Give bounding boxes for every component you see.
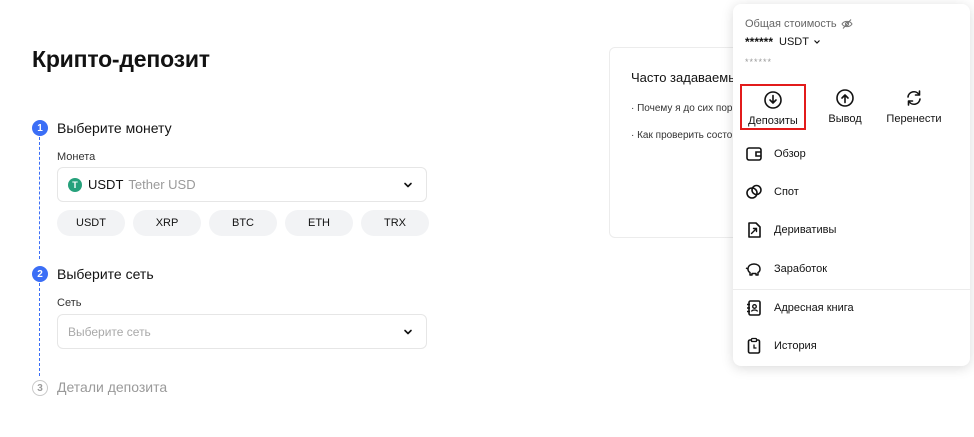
piggy-bank-icon <box>745 263 761 276</box>
menu-item-label: История <box>774 340 817 352</box>
transfer-label: Перенести <box>886 113 942 125</box>
chevron-down-icon <box>814 40 820 44</box>
faq-link[interactable]: · Почему я до сих пор <box>631 103 732 114</box>
address-book-icon <box>747 300 761 316</box>
arrow-up-circle-icon <box>836 89 854 107</box>
menu-item-history[interactable]: История <box>745 334 817 358</box>
deposits-button[interactable]: Депозиты <box>740 84 806 130</box>
step-number: 3 <box>32 380 48 396</box>
total-value-header: Общая стоимость <box>745 18 853 30</box>
eye-off-icon[interactable] <box>841 18 853 30</box>
total-value[interactable]: ****** USDT <box>745 35 822 49</box>
step-connector <box>39 137 40 259</box>
faq-link[interactable]: · Как проверить состо <box>631 130 732 141</box>
withdraw-button[interactable]: Вывод <box>812 84 878 130</box>
menu-item-label: Спот <box>774 186 799 198</box>
coin-select[interactable]: T USDT Tether USD <box>57 167 427 202</box>
coin-name: Tether USD <box>128 177 196 192</box>
coin-field-label: Монета <box>57 151 96 163</box>
step-title-details: Детали депозита <box>57 379 168 395</box>
network-placeholder: Выберите сеть <box>68 324 151 339</box>
refresh-icon <box>907 90 921 106</box>
menu-item-label: Деривативы <box>774 224 837 236</box>
menu-item-overview[interactable]: Обзор <box>745 142 806 166</box>
chevron-down-icon <box>404 329 412 335</box>
step-title-coin: Выберите монету <box>57 120 172 136</box>
step-connector <box>39 283 40 376</box>
network-select[interactable]: Выберите сеть <box>57 314 427 349</box>
history-clipboard-icon <box>747 337 761 354</box>
sub-value-masked: ****** <box>745 57 773 67</box>
transfer-button[interactable]: Перенести <box>881 84 947 130</box>
menu-item-label: Заработок <box>774 263 828 275</box>
coin-chip-eth[interactable]: ETH <box>285 210 353 236</box>
arrow-down-circle-icon <box>764 91 782 109</box>
coin-quick-picks: USDT XRP BTC ETH TRX <box>57 210 429 236</box>
coin-chip-trx[interactable]: TRX <box>361 210 429 236</box>
faq-title: Часто задаваемые <box>631 70 745 85</box>
derivatives-icon <box>748 222 761 238</box>
menu-item-label: Обзор <box>774 148 806 160</box>
wallet-dropdown-menu: Общая стоимость ****** USDT ****** Депоз… <box>733 4 970 366</box>
page-title: Крипто-депозит <box>32 46 210 72</box>
coin-chip-usdt[interactable]: USDT <box>57 210 125 236</box>
coins-icon <box>746 184 762 199</box>
menu-item-label: Адресная книга <box>774 302 854 314</box>
total-value-label: Общая стоимость <box>745 18 837 30</box>
step-number: 1 <box>32 120 48 136</box>
menu-item-derivatives[interactable]: Деривативы <box>745 218 836 242</box>
total-value-masked: ****** <box>745 35 774 49</box>
chevron-down-icon <box>404 182 412 188</box>
step-number: 2 <box>32 266 48 282</box>
currency-selector: USDT <box>779 36 809 48</box>
step-title-network: Выберите сеть <box>57 266 154 282</box>
menu-item-spot[interactable]: Спот <box>745 180 799 204</box>
deposits-label: Депозиты <box>748 115 798 127</box>
withdraw-label: Вывод <box>828 113 862 125</box>
network-field-label: Сеть <box>57 297 82 309</box>
tether-icon: T <box>68 177 82 192</box>
wallet-icon <box>746 147 762 161</box>
menu-item-address-book[interactable]: Адресная книга <box>745 296 854 320</box>
menu-item-earn[interactable]: Заработок <box>745 257 827 281</box>
coin-chip-xrp[interactable]: XRP <box>133 210 201 236</box>
menu-divider <box>733 289 970 290</box>
coin-chip-btc[interactable]: BTC <box>209 210 277 236</box>
coin-code: USDT <box>88 177 124 192</box>
